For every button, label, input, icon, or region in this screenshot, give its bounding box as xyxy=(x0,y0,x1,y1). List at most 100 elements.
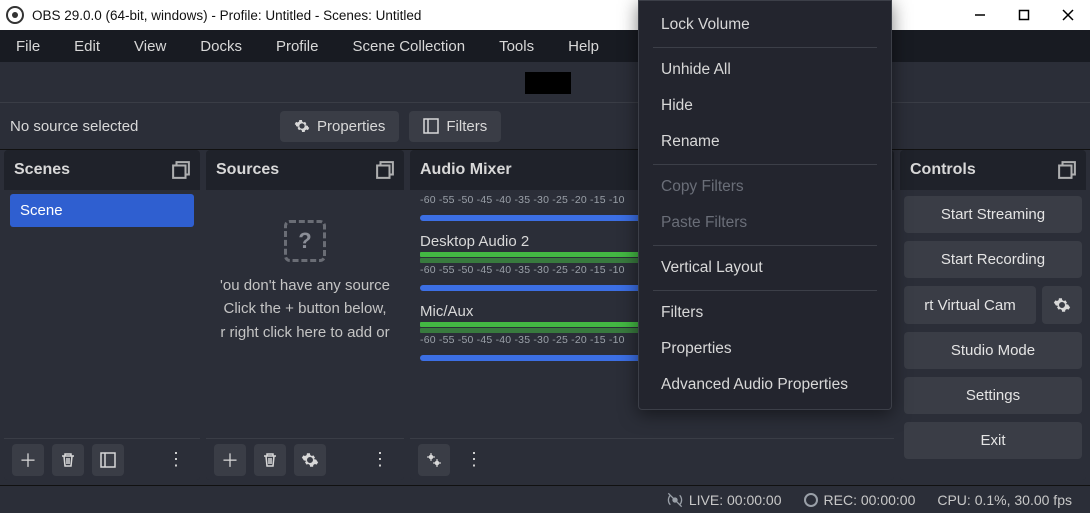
advanced-audio-button[interactable] xyxy=(418,444,450,476)
scenes-menu-button[interactable]: ⋮ xyxy=(160,444,192,476)
context-item-advanced-audio-properties[interactable]: Advanced Audio Properties xyxy=(639,367,891,403)
start-streaming-button[interactable]: Start Streaming xyxy=(904,196,1082,233)
controls-body: Start Streaming Start Recording rt Virtu… xyxy=(900,190,1086,480)
controls-header: Controls xyxy=(900,150,1086,190)
properties-label: Properties xyxy=(317,118,385,135)
context-separator xyxy=(653,290,877,291)
status-cpu-text: CPU: 0.1%, 30.00 fps xyxy=(937,492,1072,508)
mixer-title: Audio Mixer xyxy=(420,161,512,179)
menu-view[interactable]: View xyxy=(126,36,174,57)
settings-button[interactable]: Settings xyxy=(904,377,1082,414)
controls-title: Controls xyxy=(910,161,976,179)
sources-empty-line1: 'ou don't have any source xyxy=(212,274,398,297)
scenes-dock: Scenes Scene ＋ ⋮ xyxy=(4,150,200,480)
status-rec: REC: 00:00:00 xyxy=(804,492,916,508)
menu-docks[interactable]: Docks xyxy=(192,36,250,57)
remove-source-button[interactable] xyxy=(254,444,286,476)
context-item-properties[interactable]: Properties xyxy=(639,331,891,367)
source-settings-button[interactable] xyxy=(294,444,326,476)
statusbar: LIVE: 00:00:00 REC: 00:00:00 CPU: 0.1%, … xyxy=(0,485,1090,513)
sources-menu-button[interactable]: ⋮ xyxy=(364,444,396,476)
sources-footer: ＋ ⋮ xyxy=(206,438,404,480)
context-item-vertical-layout[interactable]: Vertical Layout xyxy=(639,250,891,286)
scenes-title: Scenes xyxy=(14,161,70,179)
context-separator xyxy=(653,245,877,246)
gear-icon xyxy=(1053,296,1071,314)
context-item-paste-filters: Paste Filters xyxy=(639,205,891,241)
controls-dock: Controls Start Streaming Start Recording… xyxy=(900,150,1086,480)
start-recording-button[interactable]: Start Recording xyxy=(904,241,1082,278)
sources-empty-line2: Click the + button below, xyxy=(212,297,398,320)
properties-button[interactable]: Properties xyxy=(280,111,399,142)
add-source-button[interactable]: ＋ xyxy=(214,444,246,476)
maximize-button[interactable] xyxy=(1002,0,1046,30)
context-separator xyxy=(653,164,877,165)
sources-dock: Sources ? 'ou don't have any source Clic… xyxy=(206,150,404,480)
popout-icon[interactable] xyxy=(172,161,190,179)
scenes-footer: ＋ ⋮ xyxy=(4,438,200,480)
context-separator xyxy=(653,47,877,48)
menu-file[interactable]: File xyxy=(8,36,48,57)
context-item-copy-filters: Copy Filters xyxy=(639,169,891,205)
filters-icon xyxy=(100,452,116,468)
popout-icon[interactable] xyxy=(376,161,394,179)
question-icon: ? xyxy=(284,220,326,262)
virtual-cam-settings-button[interactable] xyxy=(1042,286,1082,324)
sources-title: Sources xyxy=(216,161,279,179)
no-source-label: No source selected xyxy=(10,118,270,135)
status-live-text: LIVE: 00:00:00 xyxy=(689,492,782,508)
sources-empty-state: ? 'ou don't have any source Click the + … xyxy=(212,194,398,352)
popout-icon[interactable] xyxy=(1058,161,1076,179)
sources-empty-line3: r right click here to add or xyxy=(212,321,398,344)
broadcast-icon xyxy=(667,492,683,508)
obs-logo-icon xyxy=(6,6,24,24)
context-item-unhide-all[interactable]: Unhide All xyxy=(639,52,891,88)
gear-icon xyxy=(301,451,319,469)
menu-help[interactable]: Help xyxy=(560,36,607,57)
preview-gap xyxy=(0,62,1090,102)
close-button[interactable] xyxy=(1046,0,1090,30)
gears-icon xyxy=(425,451,443,469)
minimize-button[interactable] xyxy=(958,0,1002,30)
filters-label: Filters xyxy=(446,118,487,135)
channel-name: Desktop Audio 2 xyxy=(420,233,529,250)
titlebar: OBS 29.0.0 (64-bit, windows) - Profile: … xyxy=(0,0,1090,30)
menu-scene-collection[interactable]: Scene Collection xyxy=(345,36,474,57)
scenes-list[interactable]: Scene xyxy=(4,190,200,438)
studio-mode-button[interactable]: Studio Mode xyxy=(904,332,1082,369)
preview-placeholder xyxy=(525,72,571,94)
virtual-cam-button[interactable]: rt Virtual Cam xyxy=(904,286,1036,324)
mixer-footer: ⋮ xyxy=(410,438,894,480)
dock-area: Scenes Scene ＋ ⋮ Sources ? 'ou don't hav… xyxy=(0,150,1090,480)
context-item-filters[interactable]: Filters xyxy=(639,295,891,331)
gear-icon xyxy=(294,118,310,134)
audio-context-menu: Lock Volume Unhide AllHideRename Copy Filt… xyxy=(638,0,892,410)
menu-profile[interactable]: Profile xyxy=(268,36,327,57)
menu-edit[interactable]: Edit xyxy=(66,36,108,57)
record-icon xyxy=(804,493,818,507)
menubar: File Edit View Docks Profile Scene Colle… xyxy=(0,30,1090,62)
context-item-rename[interactable]: Rename xyxy=(639,124,891,160)
channel-name: Mic/Aux xyxy=(420,303,473,320)
exit-button[interactable]: Exit xyxy=(904,422,1082,459)
sources-list[interactable]: ? 'ou don't have any source Click the + … xyxy=(206,190,404,438)
sources-header: Sources xyxy=(206,150,404,190)
status-cpu: CPU: 0.1%, 30.00 fps xyxy=(937,492,1072,508)
mixer-menu-button[interactable]: ⋮ xyxy=(458,444,490,476)
window-title: OBS 29.0.0 (64-bit, windows) - Profile: … xyxy=(32,8,1084,23)
scene-filters-button[interactable] xyxy=(92,444,124,476)
filters-icon xyxy=(423,118,439,134)
status-rec-text: REC: 00:00:00 xyxy=(824,492,916,508)
scene-item[interactable]: Scene xyxy=(10,194,194,227)
scenes-header: Scenes xyxy=(4,150,200,190)
context-item-hide[interactable]: Hide xyxy=(639,88,891,124)
menu-tools[interactable]: Tools xyxy=(491,36,542,57)
trash-icon xyxy=(262,452,278,468)
source-toolbar: No source selected Properties Filters xyxy=(0,102,1090,150)
remove-scene-button[interactable] xyxy=(52,444,84,476)
add-scene-button[interactable]: ＋ xyxy=(12,444,44,476)
window-controls xyxy=(958,0,1090,30)
trash-icon xyxy=(60,452,76,468)
filters-button[interactable]: Filters xyxy=(409,111,501,142)
context-item-lock-volume[interactable]: Lock Volume xyxy=(639,7,891,43)
